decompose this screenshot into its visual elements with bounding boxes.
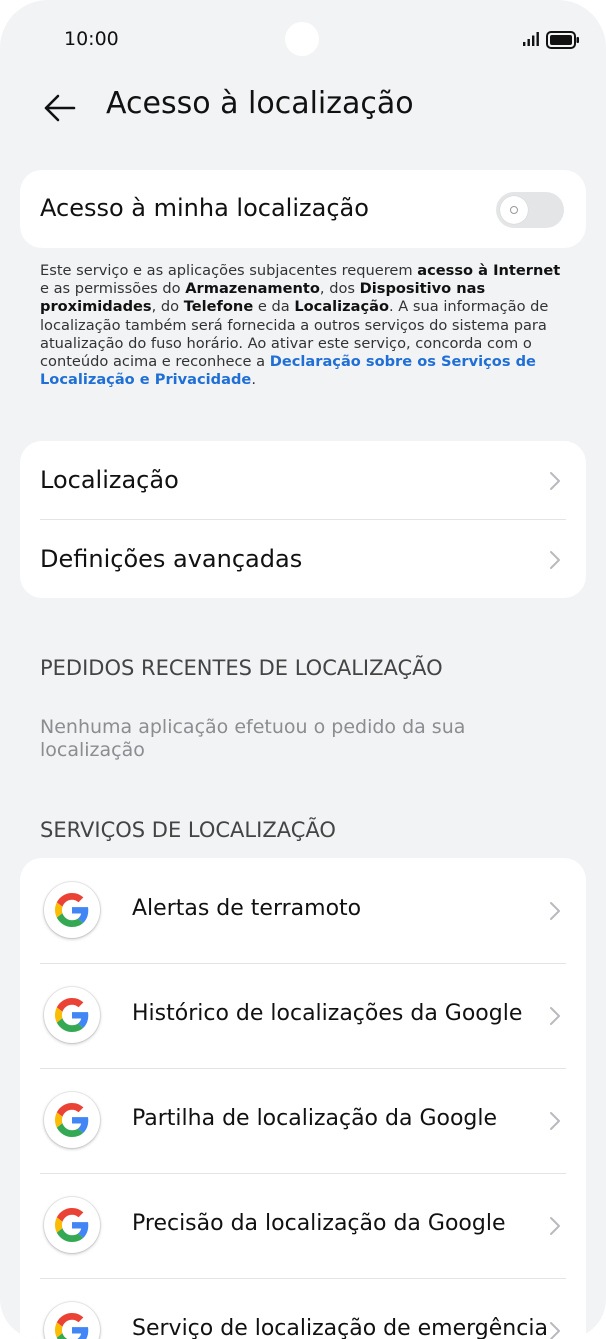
desc-bold-internet: acesso à Internet <box>417 262 561 279</box>
location-description: Este serviço e as aplicações subjacentes… <box>40 262 570 389</box>
menu-item-advanced-settings[interactable]: Definições avançadas <box>20 520 586 598</box>
app-header: Acesso à localização <box>0 80 606 136</box>
google-logo-icon <box>44 987 100 1043</box>
page-title: Acesso à localização <box>106 86 414 121</box>
service-item-location-sharing[interactable]: Partilha de localização da Google <box>20 1068 586 1173</box>
desc-text: . <box>251 371 256 389</box>
service-item-location-accuracy[interactable]: Precisão da localização da Google <box>20 1173 586 1278</box>
phone-screen: 10:00 Acesso à localização Acesso à minh… <box>0 0 606 1339</box>
toggle-knob <box>500 196 528 224</box>
signal-icon <box>523 32 539 46</box>
service-item-earthquake-alerts[interactable]: Alertas de terramoto <box>20 858 586 963</box>
desc-text: Este serviço e as aplicações subjacentes… <box>40 262 418 279</box>
location-access-toggle[interactable] <box>496 192 564 228</box>
chevron-right-icon <box>550 551 560 569</box>
service-item-label: Partilha de localização da Google <box>132 1106 498 1131</box>
desc-text: e da <box>253 298 295 316</box>
service-item-location-history[interactable]: Histórico de localizações da Google <box>20 963 586 1068</box>
service-item-label: Serviço de localização de emergência <box>132 1316 548 1339</box>
battery-icon <box>546 31 579 49</box>
menu-item-label: Localização <box>40 466 179 494</box>
google-logo-icon <box>44 1092 100 1148</box>
chevron-right-icon <box>550 1322 560 1339</box>
location-services-card: Alertas de terramoto Histórico de locali… <box>20 858 586 1339</box>
desc-bold-storage: Armazenamento <box>185 280 320 298</box>
desc-bold-phone: Telefone <box>183 298 254 316</box>
chevron-right-icon <box>550 1217 560 1235</box>
google-logo-icon <box>44 1302 100 1339</box>
google-logo-icon <box>44 1197 100 1253</box>
service-item-label: Precisão da localização da Google <box>132 1211 506 1236</box>
desc-text: e as permissões do <box>40 280 186 298</box>
chevron-right-icon <box>550 1112 560 1130</box>
no-recent-requests-text: Nenhuma aplicação efetuou o pedido da su… <box>40 716 466 761</box>
desc-text: , do <box>151 298 184 316</box>
menu-item-location[interactable]: Localização <box>20 441 586 519</box>
chevron-right-icon <box>550 472 560 490</box>
service-item-label: Histórico de localizações da Google <box>132 1001 523 1026</box>
arrow-left-icon[interactable] <box>40 88 80 128</box>
location-settings-card: Localização Definições avançadas <box>20 441 586 598</box>
location-access-label: Acesso à minha localização <box>40 194 369 222</box>
desc-text: , dos <box>319 280 360 298</box>
google-logo-icon <box>44 882 100 938</box>
location-access-card[interactable]: Acesso à minha localização <box>20 170 586 248</box>
location-services-header: SERVIÇOS DE LOCALIZAÇÃO <box>40 818 336 842</box>
recent-requests-header: PEDIDOS RECENTES DE LOCALIZAÇÃO <box>40 656 443 680</box>
front-camera <box>285 22 319 56</box>
menu-item-label: Definições avançadas <box>40 545 303 573</box>
service-item-emergency-location[interactable]: Serviço de localização de emergência <box>20 1278 586 1339</box>
chevron-right-icon <box>550 902 560 920</box>
service-item-label: Alertas de terramoto <box>132 896 362 921</box>
toggle-off-indicator <box>510 206 518 214</box>
desc-bold-location: Localização <box>294 298 390 316</box>
status-time: 10:00 <box>64 28 119 50</box>
chevron-right-icon <box>550 1007 560 1025</box>
status-bar: 10:00 <box>0 0 606 80</box>
